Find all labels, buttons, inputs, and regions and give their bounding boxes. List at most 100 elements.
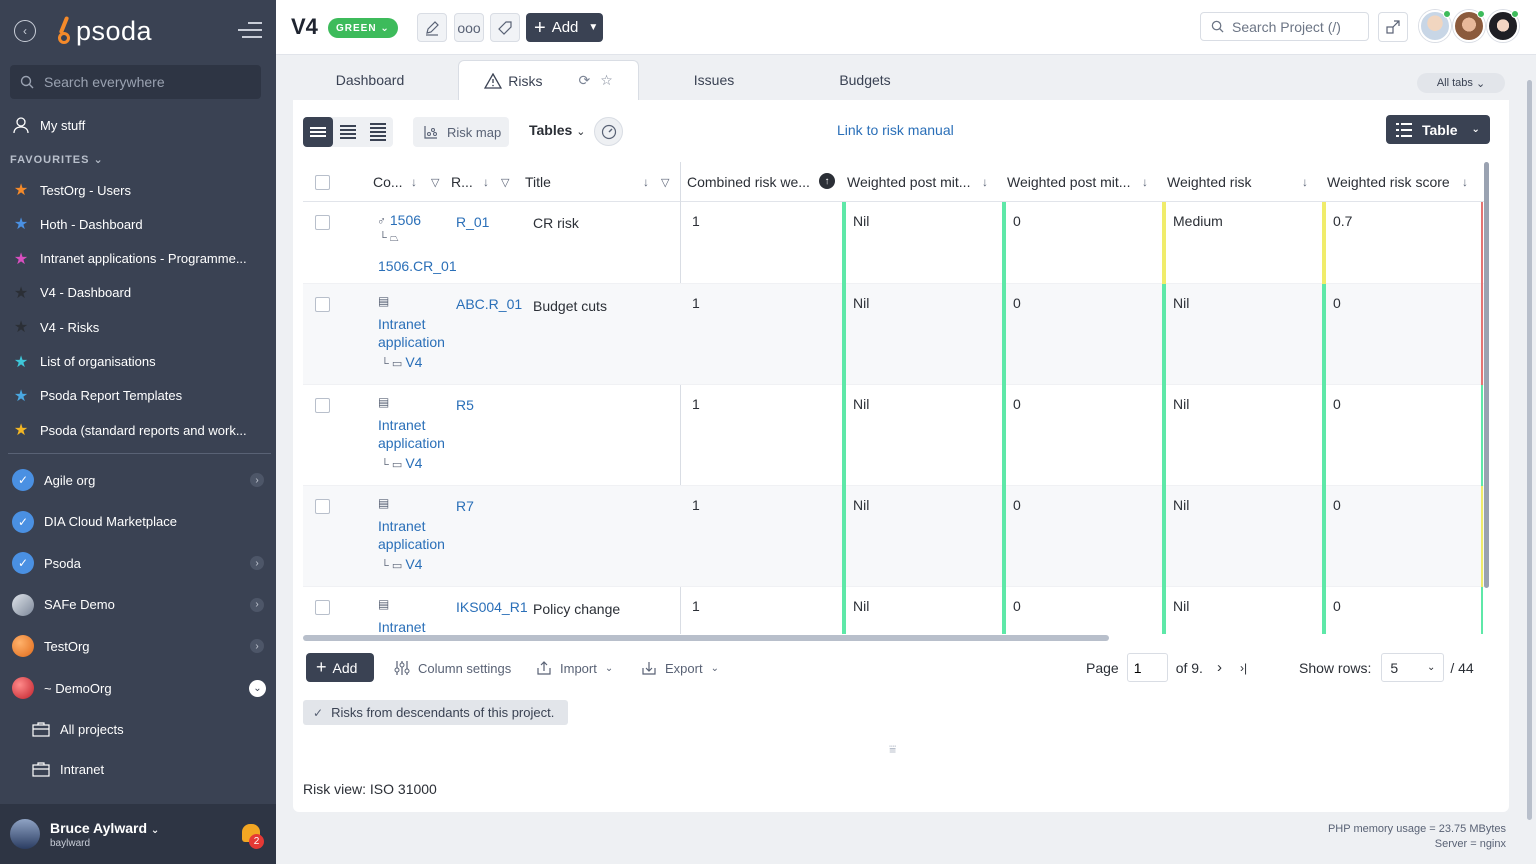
code-link[interactable]: Intranet	[378, 417, 425, 433]
chevron-right-icon[interactable]: ›	[250, 556, 264, 571]
sidebar-item-favourite[interactable]: ★ Hoth - Dashboard	[0, 207, 276, 241]
filter-icon[interactable]: ▽	[431, 176, 439, 189]
export-button[interactable]: Export ⌄	[641, 660, 719, 676]
edit-button[interactable]	[417, 13, 447, 42]
sort-icon[interactable]: ↓	[411, 175, 417, 189]
code-link[interactable]: 1506.CR_01	[378, 258, 457, 274]
column-header-code[interactable]: Co... ↓ ▽	[373, 162, 463, 202]
column-header-weighted-risk[interactable]: Weighted risk ↓	[1167, 162, 1317, 202]
sidebar-item-org[interactable]: ✓ DIA Cloud Marketplace	[0, 505, 276, 539]
avatar[interactable]	[1487, 10, 1519, 42]
collapse-menu-icon[interactable]	[238, 22, 262, 40]
last-page-icon[interactable]: ›|	[1240, 661, 1247, 675]
table-row[interactable]: ▤ Intranet application └ ▭ V4 R7 1 Nil 0…	[303, 486, 1489, 587]
risk-title[interactable]: Budget cuts	[533, 298, 607, 314]
code-link[interactable]: V4	[405, 354, 422, 370]
sidebar-item-favourite[interactable]: ★ V4 - Risks	[0, 310, 276, 344]
risk-manual-link[interactable]: Link to risk manual	[837, 122, 954, 138]
sidebar-item-org[interactable]: ✓ Agile org ›	[0, 463, 276, 497]
sidebar-item-favourite[interactable]: ★ Psoda Report Templates	[0, 379, 276, 413]
page-input[interactable]	[1126, 653, 1168, 682]
row-checkbox[interactable]	[315, 297, 330, 312]
sidebar-item-org[interactable]: TestOrg ›	[0, 629, 276, 663]
ref-link[interactable]: ABC.R_01	[456, 296, 522, 312]
code-link[interactable]: V4	[405, 455, 422, 471]
sort-icon[interactable]: ↓	[1462, 175, 1468, 189]
status-badge[interactable]: GREEN ⌄	[328, 18, 398, 38]
row-checkbox[interactable]	[315, 215, 330, 230]
table-row[interactable]: ▤ Intranet application └ ▭ V4 R5 1 Nil 0…	[303, 385, 1489, 486]
avatar[interactable]	[1453, 10, 1485, 42]
column-header-weighted-score[interactable]: Weighted risk score ↓	[1327, 162, 1477, 202]
table-row[interactable]: ▤ Intranet IKS004_R1 Policy change 1 Nil…	[303, 587, 1489, 634]
chevron-right-icon[interactable]: ›	[250, 639, 264, 654]
user-panel[interactable]: Bruce Aylward ⌄ baylward 2	[0, 804, 276, 864]
avatar[interactable]	[1419, 10, 1451, 42]
switch-view-button[interactable]	[1378, 12, 1408, 42]
sidebar-item-favourite[interactable]: ★ Psoda (standard reports and work...	[0, 413, 276, 447]
ref-link[interactable]: R_01	[456, 214, 489, 230]
table-row[interactable]: ♂ 1506 └ ⏢ 1506.CR_01 R_01 CR risk 1 Nil…	[303, 202, 1489, 284]
tables-dropdown[interactable]: Tables ⌄	[529, 122, 585, 138]
sidebar-item-sub[interactable]: All projects	[0, 712, 276, 746]
code-link[interactable]: application	[378, 334, 445, 350]
sidebar-item-my-stuff[interactable]: My stuff	[0, 108, 276, 142]
risk-title[interactable]: CR risk	[533, 215, 579, 231]
chevron-right-icon[interactable]: ›	[250, 597, 264, 612]
horizontal-scrollbar[interactable]	[303, 635, 1109, 641]
code-link[interactable]: 1506	[390, 212, 421, 228]
chevron-down-icon[interactable]: ⌄	[249, 679, 266, 697]
back-icon[interactable]: ‹	[14, 20, 36, 42]
page-scrollbar[interactable]	[1527, 80, 1532, 820]
descendants-toggle[interactable]: ✓ Risks from descendants of this project.	[303, 700, 568, 725]
sort-icon[interactable]: ↓	[982, 175, 988, 189]
column-header-wpm1[interactable]: Weighted post mit... ↓	[847, 162, 997, 202]
refresh-icon[interactable]: ⟳	[578, 72, 590, 89]
resize-handle-icon[interactable]: ⩸	[889, 742, 896, 757]
chevron-right-icon[interactable]: ›	[250, 473, 264, 487]
all-tabs-button[interactable]: All tabs ⌄	[1417, 73, 1505, 93]
column-header-ref[interactable]: R... ↓ ▽	[451, 162, 531, 202]
row-checkbox[interactable]	[315, 398, 330, 413]
code-link[interactable]: Intranet	[378, 619, 425, 634]
sort-icon[interactable]: ↓	[643, 175, 649, 189]
code-link[interactable]: V4	[405, 556, 422, 572]
filter-icon[interactable]: ▽	[501, 176, 509, 189]
star-icon[interactable]: ☆	[600, 72, 613, 89]
table-row[interactable]: ▤ Intranet application └ ▭ V4 ABC.R_01 B…	[303, 284, 1489, 385]
column-header-combined[interactable]: Combined risk we... ↑	[687, 162, 837, 202]
import-button[interactable]: Import ⌄	[536, 660, 613, 676]
gauge-button[interactable]	[594, 117, 623, 146]
filter-icon[interactable]: ▽	[661, 176, 669, 189]
sort-icon[interactable]: ↓	[483, 175, 489, 189]
sidebar-item-sub[interactable]: Intranet	[0, 752, 276, 786]
sidebar-item-favourite[interactable]: ★ Intranet applications - Programme...	[0, 242, 276, 276]
project-search-input[interactable]	[1232, 18, 1362, 35]
density-small-button[interactable]	[363, 117, 393, 147]
tab-dashboard[interactable]: Dashboard	[293, 60, 447, 100]
tab-issues[interactable]: Issues	[659, 60, 769, 100]
row-checkbox[interactable]	[315, 600, 330, 615]
code-link[interactable]: Intranet	[378, 316, 425, 332]
sidebar-item-org[interactable]: ✓ Psoda ›	[0, 546, 276, 580]
table-view-dropdown[interactable]: Table ⌄	[1386, 115, 1490, 144]
sidebar-item-favourite[interactable]: ★ List of organisations	[0, 345, 276, 379]
select-all-checkbox[interactable]	[315, 175, 330, 190]
column-header-wpm2[interactable]: Weighted post mit... ↓	[1007, 162, 1157, 202]
next-page-icon[interactable]: ›	[1217, 659, 1222, 676]
row-checkbox[interactable]	[315, 499, 330, 514]
sidebar-item-favourite[interactable]: ★ V4 - Dashboard	[0, 276, 276, 310]
column-header-title[interactable]: Title ↓ ▽	[525, 162, 675, 202]
risk-title[interactable]: Policy change	[533, 601, 620, 617]
sidebar-item-org[interactable]: SAFe Demo ›	[0, 588, 276, 622]
more-button[interactable]: ooo	[454, 13, 484, 42]
sort-icon[interactable]: ↓	[1302, 175, 1308, 189]
tab-budgets[interactable]: Budgets	[811, 60, 919, 100]
add-button[interactable]: + Add ▼	[526, 13, 603, 42]
code-link[interactable]: application	[378, 536, 445, 552]
rows-per-page-select[interactable]: 5 ⌄	[1381, 653, 1445, 682]
sort-icon[interactable]: ↓	[1142, 175, 1148, 189]
ref-link[interactable]: IKS004_R1	[456, 599, 528, 615]
logo[interactable]: psoda	[52, 14, 152, 48]
code-link[interactable]: Intranet	[378, 518, 425, 534]
